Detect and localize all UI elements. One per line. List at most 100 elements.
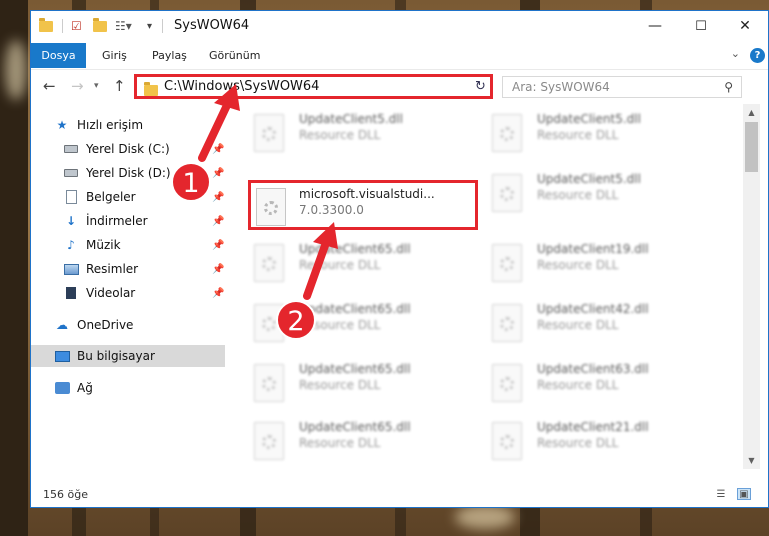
dll-file-icon [256, 188, 286, 226]
download-icon: ↓ [65, 214, 77, 228]
sidebar-item-videos[interactable]: Videolar 📌 [31, 282, 225, 304]
sidebar-item-this-pc[interactable]: Bu bilgisayar [31, 345, 225, 367]
back-button[interactable]: ← [43, 77, 56, 95]
navigation-pane: ★ Hızlı erişim Yerel Disk (C:) 📌 Yerel D… [31, 104, 227, 469]
computer-icon [54, 348, 70, 364]
file-name: microsoft.visualstudi... [299, 187, 435, 201]
sidebar-item-label: OneDrive [77, 318, 134, 332]
file-item[interactable]: UpdateClient65.dll Resource DLL [248, 354, 478, 404]
maximize-button[interactable]: ☐ [678, 11, 724, 41]
dll-file-icon [492, 114, 522, 152]
file-item-highlighted[interactable]: microsoft.visualstudi... 7.0.3300.0 [248, 180, 478, 230]
help-button[interactable]: ? [750, 48, 765, 63]
pin-icon: 📌 [212, 167, 225, 179]
ribbon-tabs: Dosya Giriş Paylaş Görünüm ⌄ ? [31, 43, 768, 68]
file-description: Resource DLL [537, 318, 619, 332]
tab-giris[interactable]: Giriş [102, 43, 127, 68]
forward-button[interactable]: → [71, 77, 84, 95]
sidebar-item-label: Videolar [86, 286, 136, 300]
video-icon [63, 285, 79, 301]
sidebar-item-label: İndirmeler [86, 214, 148, 228]
file-name: UpdateClient5.dll [537, 172, 641, 186]
address-bar[interactable]: C:\Windows\SysWOW64 ⌄ [134, 74, 492, 99]
file-name: UpdateClient65.dll [299, 362, 411, 376]
file-item[interactable]: UpdateClient42.dll Resource DLL [486, 294, 716, 344]
file-name: UpdateClient5.dll [299, 112, 403, 126]
scroll-up-icon[interactable]: ▲ [743, 104, 760, 121]
file-name: UpdateClient63.dll [537, 362, 649, 376]
sidebar-item-label: Bu bilgisayar [77, 349, 155, 363]
file-explorer-window: ☑ ☷▾ ▾ SysWOW64 — ☐ ✕ Dosya Giriş Paylaş… [30, 10, 769, 508]
file-name: UpdateClient5.dll [537, 112, 641, 126]
tab-paylas[interactable]: Paylaş [152, 43, 187, 68]
sidebar-item-quick-access[interactable]: ★ Hızlı erişim [31, 114, 225, 136]
file-item[interactable]: UpdateClient5.dll Resource DLL [486, 104, 716, 154]
sidebar-item-pictures[interactable]: Resimler 📌 [31, 258, 225, 280]
large-icons-view-icon[interactable]: ▣ [737, 488, 751, 500]
minimize-button[interactable]: — [632, 11, 678, 41]
search-placeholder: Ara: SysWOW64 [512, 80, 610, 94]
drive-icon [63, 141, 79, 157]
network-icon [54, 380, 70, 396]
file-item[interactable]: UpdateClient5.dll Resource DLL [486, 164, 716, 214]
file-description: Resource DLL [537, 436, 619, 450]
scroll-down-icon[interactable]: ▼ [743, 452, 760, 469]
file-item[interactable]: UpdateClient65.dll Resource DLL [248, 412, 478, 462]
close-button[interactable]: ✕ [722, 11, 768, 41]
refresh-button[interactable]: ↻ [471, 74, 493, 99]
dll-file-icon [492, 304, 522, 342]
toolbar-separator [162, 19, 163, 33]
details-view-icon[interactable]: ☰ [714, 488, 728, 500]
sidebar-item-downloads[interactable]: ↓ İndirmeler 📌 [31, 210, 225, 232]
file-item[interactable]: UpdateClient21.dll Resource DLL [486, 412, 716, 462]
dll-file-icon [254, 364, 284, 402]
file-name: UpdateClient19.dll [537, 242, 649, 256]
sidebar-item-label: Müzik [86, 238, 121, 252]
file-item[interactable]: UpdateClient5.dll Resource DLL [248, 104, 478, 154]
quick-access-dropdown-icon[interactable]: ▾ [147, 18, 152, 34]
toolbar-separator [62, 19, 63, 33]
file-item[interactable]: UpdateClient65.dll Resource DLL [248, 234, 478, 284]
folder-icon [144, 82, 158, 96]
file-list: UpdateClient5.dll Resource DLL UpdateCli… [228, 104, 742, 469]
sidebar-item-local-disk-d[interactable]: Yerel Disk (D:) 📌 [31, 162, 225, 184]
tab-gorunum[interactable]: Görünüm [209, 43, 260, 68]
sidebar-item-music[interactable]: ♪ Müzik 📌 [31, 234, 225, 256]
navigation-bar: ← → ▾ ↑ C:\Windows\SysWOW64 ⌄ ↻ Ara: Sys… [31, 69, 768, 104]
dll-file-icon [492, 244, 522, 282]
properties-icon[interactable]: ☑ [71, 18, 82, 34]
sidebar-item-documents[interactable]: Belgeler 📌 [31, 186, 225, 208]
sidebar-item-label: Resimler [86, 262, 139, 276]
sidebar-item-label: Belgeler [86, 190, 136, 204]
file-name: UpdateClient65.dll [299, 420, 411, 434]
file-name: UpdateClient65.dll [299, 302, 411, 316]
file-item[interactable]: UpdateClient19.dll Resource DLL [486, 234, 716, 284]
window-title: SysWOW64 [174, 18, 250, 33]
file-item[interactable]: UpdateClient65.dll Resource DLL [248, 294, 478, 344]
customize-toolbar-icon[interactable]: ☷▾ [115, 18, 132, 34]
up-button[interactable]: ↑ [113, 77, 126, 95]
tab-dosya[interactable]: Dosya [31, 43, 86, 68]
sidebar-item-label: Yerel Disk (C:) [86, 142, 170, 156]
recent-locations-icon[interactable]: ▾ [94, 81, 99, 91]
dll-file-icon [254, 422, 284, 460]
file-item[interactable]: UpdateClient63.dll Resource DLL [486, 354, 716, 404]
file-description: Resource DLL [299, 436, 381, 450]
pin-icon: 📌 [212, 143, 225, 155]
file-name: UpdateClient42.dll [537, 302, 649, 316]
sidebar-item-local-disk-c[interactable]: Yerel Disk (C:) 📌 [31, 138, 225, 160]
dll-file-icon [492, 364, 522, 402]
sidebar-item-label: Yerel Disk (D:) [86, 166, 171, 180]
sidebar-item-label: Hızlı erişim [77, 118, 144, 132]
search-box[interactable]: Ara: SysWOW64 ⚲ [502, 76, 742, 98]
sidebar-item-network[interactable]: Ağ [31, 377, 225, 399]
sidebar-item-onedrive[interactable]: ☁ OneDrive [31, 314, 225, 336]
scroll-thumb[interactable] [745, 122, 758, 172]
file-description: Resource DLL [299, 378, 381, 392]
expand-ribbon-icon[interactable]: ⌄ [731, 47, 740, 60]
file-name: UpdateClient65.dll [299, 242, 411, 256]
new-folder-icon[interactable] [93, 17, 107, 34]
dll-file-icon [492, 174, 522, 212]
vertical-scrollbar[interactable]: ▲ ▼ [743, 104, 760, 469]
pin-icon: 📌 [212, 263, 225, 275]
